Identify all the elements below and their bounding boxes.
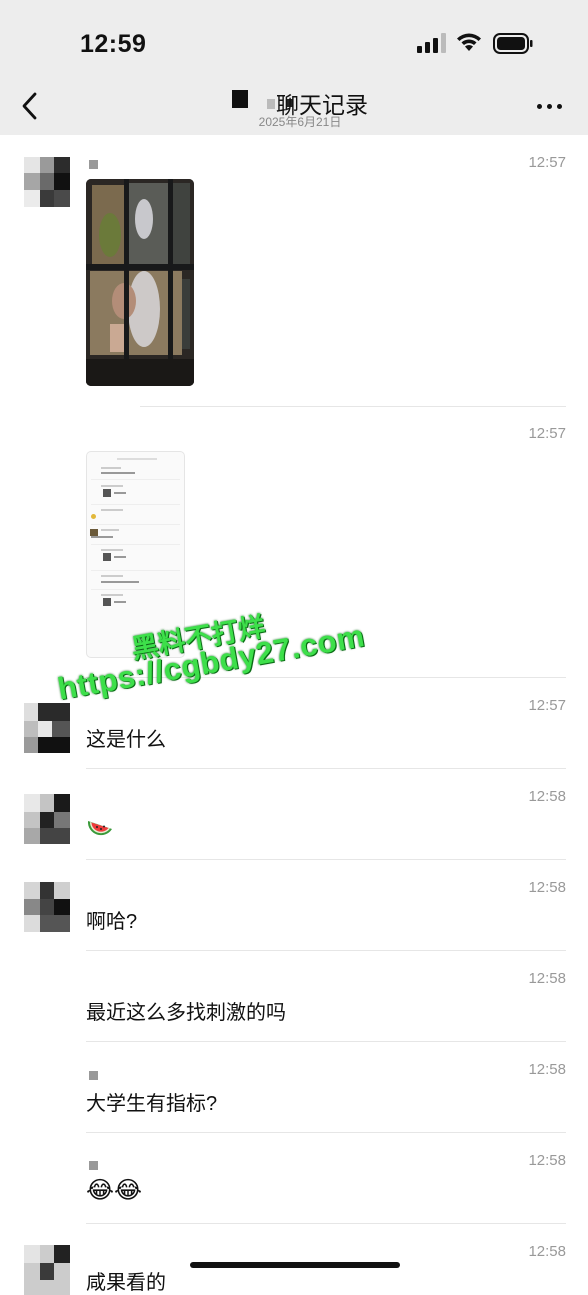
message-divider xyxy=(86,1132,566,1133)
message-text: 啊哈? xyxy=(86,911,138,933)
message-time: 12:58 xyxy=(528,879,566,896)
avatar[interactable] xyxy=(24,157,70,207)
nav-bar: 聊天记录 2025年6月21日 xyxy=(0,78,588,135)
message-divider xyxy=(140,406,566,407)
image-message[interactable] xyxy=(86,179,194,386)
message-text: 😂😂 xyxy=(86,1177,143,1204)
avatar[interactable] xyxy=(24,882,70,932)
message-divider xyxy=(86,859,566,860)
message-divider xyxy=(86,1223,566,1224)
watermelon-emoji-icon xyxy=(87,821,112,836)
message-time: 12:58 xyxy=(528,970,566,987)
nav-title-block: 聊天记录 2025年6月21日 xyxy=(200,82,400,132)
message-time: 12:58 xyxy=(528,1152,566,1169)
message-text: 咸果看的 xyxy=(86,1272,166,1294)
message-text: 最近这么多找刺激的吗 xyxy=(86,1002,286,1024)
back-chevron-icon[interactable] xyxy=(16,88,46,124)
sender-name-redaction xyxy=(89,1161,98,1170)
message-divider xyxy=(86,1041,566,1042)
message-time: 12:57 xyxy=(528,697,566,714)
message-time: 12:58 xyxy=(528,1061,566,1078)
page-subtitle: 2025年6月21日 xyxy=(258,115,342,129)
status-bar: 12:59 xyxy=(0,0,588,78)
battery-icon xyxy=(493,33,533,54)
message-time: 12:57 xyxy=(528,425,566,442)
wifi-icon xyxy=(457,33,481,51)
avatar[interactable] xyxy=(24,703,70,753)
more-options-icon[interactable] xyxy=(535,96,565,116)
avatar[interactable] xyxy=(24,794,70,844)
avatar[interactable] xyxy=(24,1245,70,1295)
sender-name-redaction xyxy=(89,1071,98,1080)
sender-name-redaction xyxy=(89,160,98,169)
home-indicator[interactable] xyxy=(190,1262,400,1268)
message-time: 12:58 xyxy=(528,788,566,805)
message-divider xyxy=(86,768,566,769)
message-text: 这是什么 xyxy=(86,729,166,751)
message-divider xyxy=(86,950,566,951)
photo-thumbnail xyxy=(86,179,194,386)
message-time: 12:57 xyxy=(528,154,566,171)
cellular-signal-icon xyxy=(417,33,446,53)
message-text: 大学生有指标? xyxy=(86,1093,218,1115)
status-time: 12:59 xyxy=(80,30,147,58)
message-time: 12:58 xyxy=(528,1243,566,1260)
